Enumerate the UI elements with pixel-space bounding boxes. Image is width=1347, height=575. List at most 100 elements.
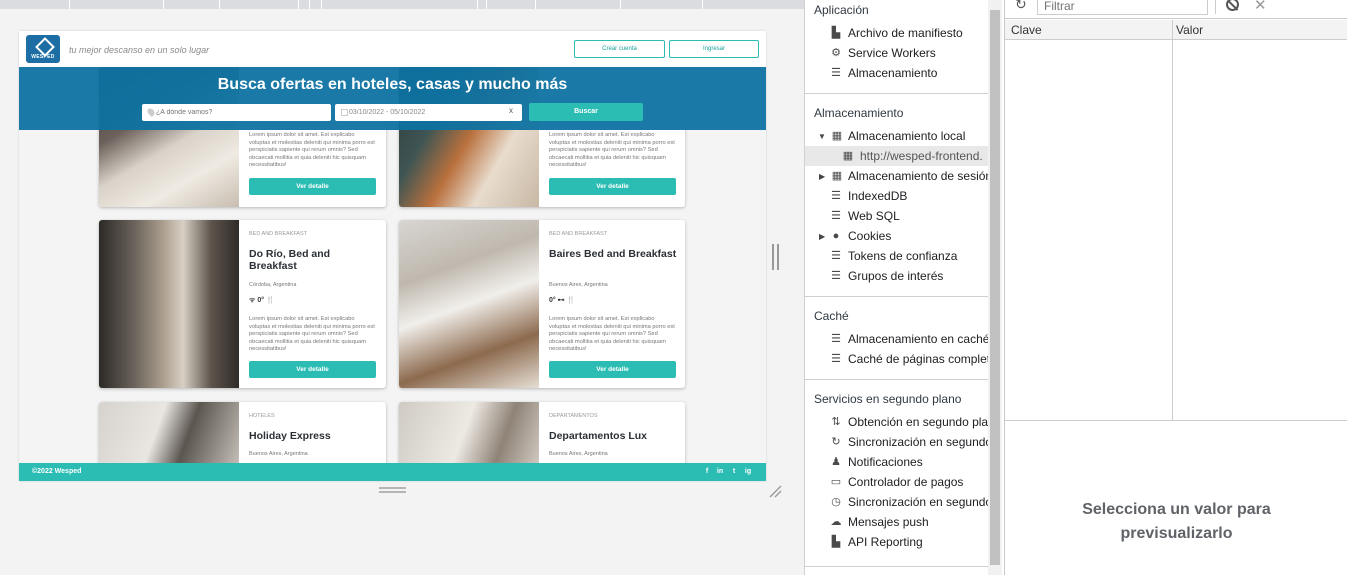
- sidebar-item-local-storage[interactable]: ▼ ▦ Almacenamiento local: [805, 126, 989, 146]
- corner-resize-handle[interactable]: [768, 484, 782, 498]
- sidebar-item-service-workers[interactable]: ⚙ Service Workers: [805, 43, 989, 63]
- login-button[interactable]: Ingresar: [669, 40, 759, 58]
- instagram-icon[interactable]: ig: [744, 468, 752, 476]
- listing-description: Lorem ipsum dolor sit amet. Est explicab…: [549, 132, 675, 168]
- gear-icon: ⚙: [831, 47, 841, 59]
- listing-name[interactable]: Baires Bed and Breakfast: [549, 248, 679, 260]
- sidebar-item-background-sync[interactable]: ↻ Sincronización en segundo plano: [805, 432, 989, 452]
- listing-name[interactable]: Departamentos Lux: [549, 430, 679, 442]
- listing-location: Buenos Aires, Argentina: [549, 282, 608, 288]
- facebook-icon[interactable]: f: [703, 468, 711, 476]
- sidebar-item-background-fetch[interactable]: ⇅ Obtención en segundo plano: [805, 412, 989, 432]
- listing-amenities: ᯤ 0° 🍴: [249, 297, 275, 304]
- delete-selected-icon[interactable]: ✕: [1254, 0, 1267, 14]
- listing-name[interactable]: Holiday Express: [249, 430, 379, 442]
- footer-copyright: ©2022 Wesped: [32, 468, 82, 475]
- calendar-icon: [341, 109, 348, 116]
- section-title-storage: Almacenamiento: [814, 106, 904, 120]
- table-icon: ▦: [842, 150, 854, 162]
- section-title-background-services: Servicios en segundo plano: [814, 392, 962, 406]
- section-divider: [805, 566, 989, 567]
- sidebar-item-session-storage[interactable]: ▶ ▦ Almacenamiento de sesión: [805, 166, 989, 186]
- viewport-height-resize-handle[interactable]: [379, 487, 406, 493]
- sidebar-item-trust-tokens[interactable]: ☰ Tokens de confianza: [805, 246, 989, 266]
- sidebar-item-interest-groups[interactable]: ☰ Grupos de interés: [805, 266, 989, 286]
- listing-name[interactable]: Do Río, Bed and Breakfast: [249, 248, 379, 272]
- key-value-table: Clave Valor: [1005, 20, 1347, 421]
- destination-input[interactable]: [142, 104, 331, 121]
- value-preview-placeholder: Selecciona un valor para previsualizarlo: [1082, 501, 1271, 542]
- application-sidebar: Aplicación ▙ Archivo de manifiesto ⚙ Ser…: [804, 0, 1004, 575]
- table-header: Clave Valor: [1005, 20, 1347, 40]
- sidebar-item-cookies[interactable]: ▶ ● Cookies: [805, 226, 989, 246]
- sidebar-item-push-messaging[interactable]: ☁ Mensajes push: [805, 512, 989, 532]
- database-icon: ☰: [831, 190, 841, 202]
- listing-description: Lorem ipsum dolor sit amet. Est explicab…: [549, 316, 675, 352]
- view-details-button[interactable]: Ver detalle: [249, 361, 376, 378]
- database-icon: ☰: [831, 67, 841, 79]
- listing-category: BED AND BREAKFAST: [549, 231, 608, 237]
- column-header-key[interactable]: Clave: [1011, 23, 1042, 37]
- sidebar-item-notifications[interactable]: ♟ Notificaciones: [805, 452, 989, 472]
- sidebar-item-cache-storage[interactable]: ☰ Almacenamiento en caché: [805, 329, 989, 349]
- listing-card: BED AND BREAKFAST Do Río, Bed and Breakf…: [99, 220, 386, 388]
- collapse-arrow-icon[interactable]: ▶: [819, 232, 825, 241]
- view-details-button[interactable]: Ver detalle: [549, 178, 676, 195]
- clear-dates-button[interactable]: x: [509, 106, 513, 115]
- listing-photo: [99, 220, 239, 388]
- table-icon: ▦: [831, 130, 843, 142]
- database-icon: ☰: [831, 270, 841, 282]
- wesped-logo[interactable]: WESPED: [26, 35, 60, 63]
- listing-photo: [399, 220, 539, 388]
- site-footer: ©2022 Wesped f in t ig: [19, 463, 766, 481]
- clear-all-icon[interactable]: [1226, 0, 1239, 11]
- sidebar-scrollbar[interactable]: [988, 0, 1002, 575]
- listing-location: Córdoba, Argentina: [249, 282, 297, 288]
- sidebar-item-back-forward-cache[interactable]: ☰ Caché de páginas completas: [805, 349, 989, 369]
- device-viewport: Lorem ipsum dolor sit amet. Est explicab…: [0, 0, 804, 575]
- sidebar-item-reporting-api[interactable]: ▙ API Reporting: [805, 532, 989, 552]
- site-header: WESPED tu mejor descanso en un solo luga…: [19, 31, 766, 67]
- sidebar-item-payment-handler[interactable]: ▭ Controlador de pagos: [805, 472, 989, 492]
- sidebar-item-manifest[interactable]: ▙ Archivo de manifiesto: [805, 23, 989, 43]
- listing-description: Lorem ipsum dolor sit amet. Est explicab…: [249, 316, 375, 352]
- refresh-icon[interactable]: ↻: [1015, 0, 1027, 13]
- filter-input[interactable]: [1037, 0, 1208, 15]
- collapse-arrow-icon[interactable]: ▶: [819, 172, 825, 181]
- table-icon: ▦: [831, 170, 843, 182]
- column-divider[interactable]: [1172, 20, 1173, 421]
- storage-toolbar: ↻ ✕: [1005, 0, 1347, 19]
- media-query-ruler[interactable]: [0, 0, 804, 9]
- sidebar-item-local-storage-origin[interactable]: ▦ http://wesped-frontend.: [805, 146, 989, 166]
- viewport-width-resize-handle[interactable]: [772, 244, 779, 270]
- create-account-button[interactable]: Crear cuenta: [574, 40, 665, 58]
- search-button[interactable]: Buscar: [529, 103, 643, 121]
- sidebar-item-periodic-background-sync[interactable]: ◷ Sincronización en segundo plano: [805, 492, 989, 512]
- file-icon: ▙: [831, 536, 841, 548]
- column-header-value[interactable]: Valor: [1176, 23, 1203, 37]
- twitter-icon[interactable]: t: [730, 468, 738, 476]
- sidebar-item-storage[interactable]: ☰ Almacenamiento: [805, 63, 989, 83]
- section-divider: [805, 296, 989, 297]
- view-details-button[interactable]: Ver detalle: [549, 361, 676, 378]
- scrollbar-thumb[interactable]: [990, 10, 1000, 565]
- site-tagline: tu mejor descanso en un solo lugar: [69, 45, 210, 55]
- section-divider: [805, 379, 989, 380]
- clock-icon: ◷: [831, 496, 841, 508]
- database-icon: ☰: [831, 250, 841, 262]
- arrows-updown-icon: ⇅: [831, 416, 841, 428]
- linkedin-icon[interactable]: in: [716, 468, 724, 476]
- section-title-cache: Caché: [814, 309, 849, 323]
- listing-location: Buenos Aires, Argentina: [549, 451, 608, 457]
- sidebar-item-indexeddb[interactable]: ☰ IndexedDB: [805, 186, 989, 206]
- date-range-input[interactable]: [335, 104, 522, 121]
- bell-icon: ♟: [831, 456, 841, 468]
- expand-arrow-icon[interactable]: ▼: [818, 132, 826, 141]
- sync-icon: ↻: [831, 436, 841, 448]
- section-divider: [805, 93, 989, 94]
- view-details-button[interactable]: Ver detalle: [249, 178, 376, 195]
- toolbar-separator: [1215, 0, 1216, 14]
- cookie-icon: ●: [832, 230, 840, 242]
- sidebar-item-web-sql[interactable]: ☰ Web SQL: [805, 206, 989, 226]
- listing-category: DEPARTAMENTOS: [549, 413, 598, 419]
